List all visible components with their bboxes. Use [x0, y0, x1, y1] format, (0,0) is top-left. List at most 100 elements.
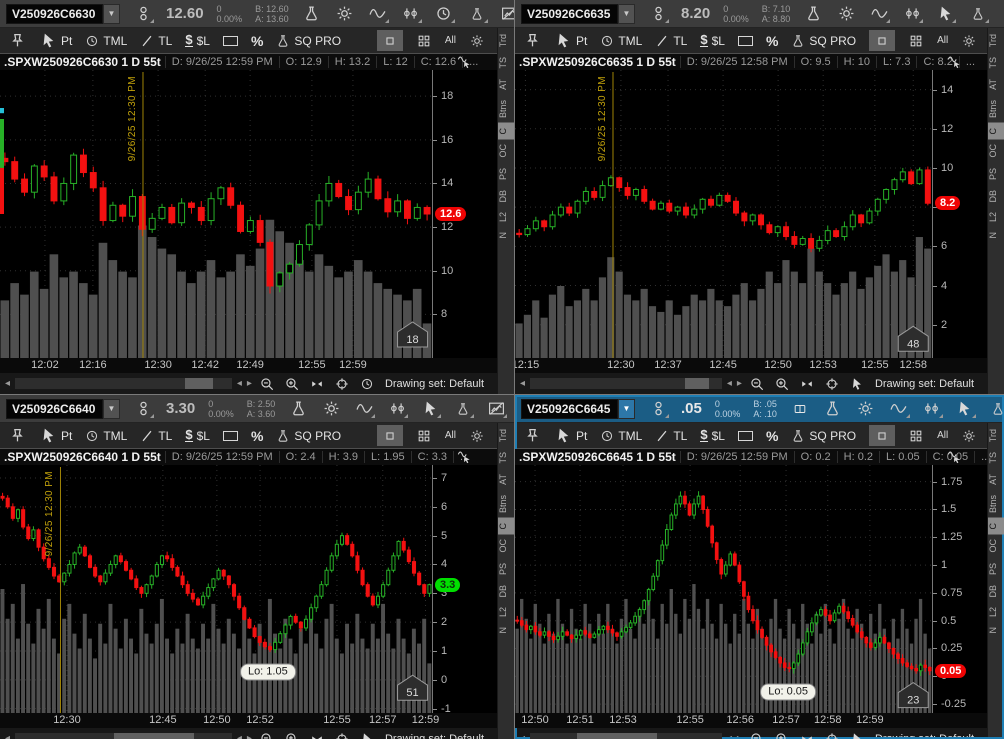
quick-tab-at[interactable]: AT — [498, 74, 514, 95]
quick-tab-oc[interactable]: OC — [988, 534, 1004, 558]
trendline-tool-button[interactable]: TL — [655, 34, 687, 48]
layout-gear-icon[interactable] — [959, 425, 979, 447]
percent-tool-button[interactable]: % — [251, 33, 263, 49]
rectangle-tool-button[interactable] — [223, 431, 238, 441]
status-pointer-icon[interactable] — [357, 728, 377, 739]
quick-tab-c[interactable]: C — [988, 123, 1004, 140]
patterns-icon[interactable] — [486, 398, 506, 420]
step-right-icon[interactable]: ▸ — [247, 378, 252, 389]
layout-gear-icon[interactable] — [959, 30, 979, 52]
all-button[interactable]: All — [445, 35, 456, 46]
step-left-icon[interactable]: ◂ — [237, 733, 242, 739]
all-button[interactable]: All — [445, 430, 456, 441]
chart-link-icon[interactable] — [648, 3, 668, 25]
compare-icon[interactable] — [387, 398, 407, 420]
price-level-tool-button[interactable]: $$L — [700, 34, 725, 48]
step-left-icon[interactable]: ◂ — [727, 378, 732, 389]
analyze-flask-icon[interactable] — [288, 398, 308, 420]
analyze-flask-icon[interactable] — [803, 3, 823, 25]
zoom-in-icon[interactable] — [772, 373, 792, 395]
quick-tab-db[interactable]: DB — [988, 580, 1004, 603]
quick-tab-oc[interactable]: OC — [498, 139, 514, 163]
drawing-set-label[interactable]: Drawing set: Default — [385, 733, 492, 739]
quick-tab-db[interactable]: DB — [498, 185, 514, 208]
single-layout-button[interactable] — [869, 30, 895, 51]
settings-gear-icon[interactable] — [321, 398, 341, 420]
strategies-flask-icon[interactable] — [988, 398, 1004, 420]
timeline-tool-button[interactable]: TML — [600, 34, 642, 48]
pointer-tool-button[interactable]: Pt — [555, 427, 587, 444]
quick-tab-l2[interactable]: L2 — [988, 602, 1004, 622]
sync-cursor-icon[interactable] — [947, 54, 961, 70]
chart-plot[interactable]: 51 9/26/25 12:30 PM Lo: 1.05 — [0, 465, 432, 713]
quick-tab-c[interactable]: C — [988, 518, 1004, 535]
chart-plot[interactable]: 23 Lo: 0.05 — [515, 465, 932, 713]
crosshair-icon[interactable] — [332, 728, 352, 739]
single-layout-button[interactable] — [377, 30, 403, 51]
pin-icon[interactable] — [522, 30, 542, 52]
step-right-icon[interactable]: ▸ — [737, 733, 742, 739]
quick-tab-n[interactable]: N — [988, 622, 1004, 639]
pin-icon[interactable] — [522, 425, 542, 447]
zoom-out-icon[interactable] — [747, 373, 767, 395]
quick-tab-btns[interactable]: Btns — [988, 490, 1004, 518]
scroll-left-icon[interactable]: ◂ — [520, 733, 525, 739]
chart-link-icon[interactable] — [133, 398, 153, 420]
time-axis[interactable]: 12:1512:3012:3712:4512:5012:5312:5512:58 — [515, 358, 987, 373]
timeline-tool-button[interactable]: TML — [85, 34, 127, 48]
scrollbar[interactable] — [530, 733, 722, 739]
fit-width-icon[interactable] — [797, 373, 817, 395]
quick-tab-oc[interactable]: OC — [498, 534, 514, 558]
timeline-tool-button[interactable]: TML — [85, 429, 127, 443]
pin-icon[interactable] — [7, 30, 27, 52]
quick-tab-btns[interactable]: Btns — [988, 95, 1004, 123]
drawing-set-label[interactable]: Drawing set: Default — [875, 378, 982, 390]
price-axis[interactable]: 0.05 1.751.51.2510.750.50.250-0.25 — [932, 465, 987, 713]
trendline-tool-button[interactable]: TL — [140, 429, 172, 443]
rectangle-tool-button[interactable] — [738, 36, 753, 46]
crosshair-icon[interactable] — [822, 728, 842, 739]
studies-icon[interactable] — [368, 3, 388, 25]
percent-tool-button[interactable]: % — [766, 33, 778, 49]
scrollbar[interactable] — [15, 733, 232, 739]
quick-tab-ts[interactable]: TS — [988, 52, 1004, 74]
zoom-in-icon[interactable] — [282, 373, 302, 395]
time-axis[interactable]: 12:5012:5112:5312:5512:5612:5712:5812:59 — [515, 713, 987, 728]
pointer-mode-icon[interactable] — [955, 398, 975, 420]
quick-tab-at[interactable]: AT — [498, 469, 514, 490]
scroll-left-icon[interactable]: ◂ — [5, 733, 10, 739]
strategies-flask-icon[interactable] — [453, 398, 473, 420]
price-level-tool-button[interactable]: $$L — [185, 34, 210, 48]
symbol-input[interactable]: V250926C6645 — [521, 399, 618, 419]
grid-layout-icon[interactable] — [414, 425, 434, 447]
quick-tab-btns[interactable]: Btns — [498, 490, 514, 518]
zoom-out-icon[interactable] — [747, 728, 767, 739]
quick-tab-ps[interactable]: PS — [498, 163, 514, 185]
symbol-dropdown-button[interactable]: ▼ — [618, 399, 635, 419]
pointer-mode-icon[interactable] — [434, 3, 454, 25]
pointer-tool-button[interactable]: Pt — [40, 427, 72, 444]
percent-tool-button[interactable]: % — [766, 428, 778, 444]
studies-icon[interactable] — [354, 398, 374, 420]
chart-plot[interactable]: 18 9/26/25 12:30 PM — [0, 70, 432, 358]
quick-tab-l2[interactable]: L2 — [498, 602, 514, 622]
price-axis[interactable]: 3.3 76543210-1 — [432, 465, 497, 713]
symbol-input[interactable]: V250926C6640 — [6, 399, 103, 419]
quick-tab-trd[interactable]: Trd — [498, 424, 514, 447]
quick-tab-db[interactable]: DB — [498, 580, 514, 603]
quick-tab-ps[interactable]: PS — [498, 558, 514, 580]
sq-pro-button[interactable]: SQ PRO — [276, 34, 341, 48]
layout-gear-icon[interactable] — [467, 425, 487, 447]
quick-tab-trd[interactable]: Trd — [988, 29, 1004, 52]
grid-layout-icon[interactable] — [414, 30, 434, 52]
zoom-in-icon[interactable] — [282, 728, 302, 739]
pointer-tool-button[interactable]: Pt — [40, 32, 72, 49]
pointer-mode-icon[interactable] — [420, 398, 440, 420]
crosshair-icon[interactable] — [822, 373, 842, 395]
settings-gear-icon[interactable] — [335, 3, 355, 25]
price-axis[interactable]: 12.6 18161412108 — [432, 70, 497, 358]
status-pointer-icon[interactable] — [847, 373, 867, 395]
all-button[interactable]: All — [937, 35, 948, 46]
single-layout-button[interactable] — [869, 425, 895, 446]
quick-tab-at[interactable]: AT — [988, 74, 1004, 95]
